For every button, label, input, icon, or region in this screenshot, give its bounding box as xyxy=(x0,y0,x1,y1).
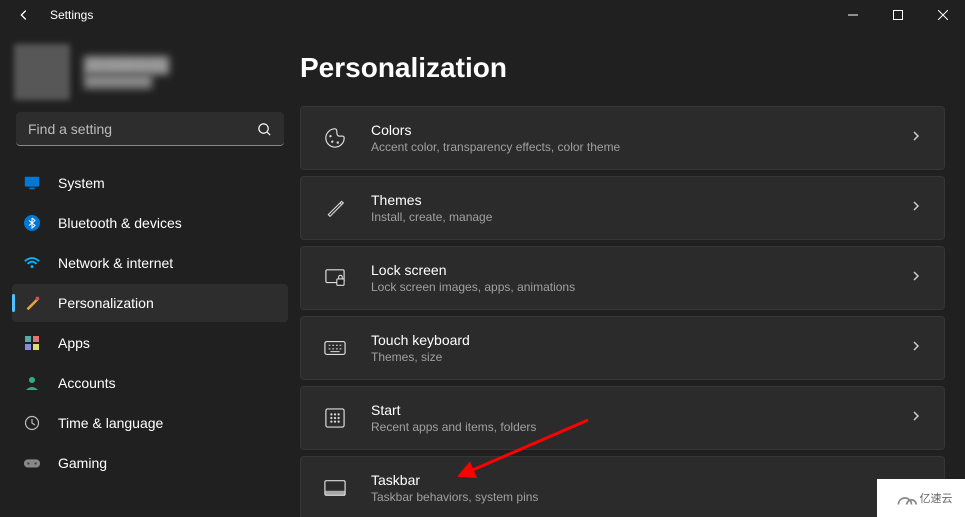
person-icon xyxy=(22,373,42,393)
card-title: Touch keyboard xyxy=(371,332,910,348)
card-lock-screen[interactable]: Lock screen Lock screen images, apps, ani… xyxy=(300,246,945,310)
chevron-right-icon xyxy=(910,129,922,147)
brush-icon xyxy=(22,293,42,313)
profile-block[interactable]: ████████ ████████ xyxy=(12,40,288,104)
keyboard-icon xyxy=(323,340,347,356)
sidebar-item-label: Apps xyxy=(58,335,90,351)
card-title: Taskbar xyxy=(371,472,910,488)
sidebar-item-network[interactable]: Network & internet xyxy=(12,244,288,282)
taskbar-icon xyxy=(323,479,347,497)
chevron-right-icon xyxy=(910,409,922,427)
sidebar-item-label: Network & internet xyxy=(58,255,173,271)
sidebar-item-label: Gaming xyxy=(58,455,107,471)
palette-icon xyxy=(323,127,347,149)
sidebar-item-bluetooth[interactable]: Bluetooth & devices xyxy=(12,204,288,242)
bluetooth-icon xyxy=(22,213,42,233)
card-subtitle: Themes, size xyxy=(371,350,910,364)
chevron-right-icon xyxy=(910,269,922,287)
chevron-right-icon xyxy=(910,339,922,357)
card-title: Themes xyxy=(371,192,910,208)
pencil-icon xyxy=(323,198,347,218)
minimize-button[interactable] xyxy=(830,0,875,30)
search-box xyxy=(16,112,284,146)
nav-list: System Bluetooth & devices Network & int… xyxy=(12,164,288,482)
window-controls xyxy=(830,0,965,30)
card-subtitle: Accent color, transparency effects, colo… xyxy=(371,140,910,154)
maximize-button[interactable] xyxy=(875,0,920,30)
profile-email: ████████ xyxy=(84,74,169,88)
sidebar-item-label: System xyxy=(58,175,105,191)
avatar xyxy=(14,44,70,100)
sidebar-item-personalization[interactable]: Personalization xyxy=(12,284,288,322)
close-button[interactable] xyxy=(920,0,965,30)
sidebar-item-label: Personalization xyxy=(58,295,154,311)
page-title: Personalization xyxy=(300,52,945,84)
card-title: Lock screen xyxy=(371,262,910,278)
monitor-icon xyxy=(22,173,42,193)
chevron-right-icon xyxy=(910,199,922,217)
card-subtitle: Install, create, manage xyxy=(371,210,910,224)
search-input[interactable] xyxy=(16,112,284,146)
search-icon[interactable] xyxy=(257,112,272,146)
card-subtitle: Lock screen images, apps, animations xyxy=(371,280,910,294)
lock-monitor-icon xyxy=(323,268,347,288)
card-title: Start xyxy=(371,402,910,418)
sidebar-item-apps[interactable]: Apps xyxy=(12,324,288,362)
sidebar-item-label: Bluetooth & devices xyxy=(58,215,182,231)
sidebar-item-gaming[interactable]: Gaming xyxy=(12,444,288,482)
content-area: Personalization Colors Accent color, tran… xyxy=(300,30,965,517)
card-touch-keyboard[interactable]: Touch keyboard Themes, size xyxy=(300,316,945,380)
window-title: Settings xyxy=(50,8,93,22)
sidebar-item-time-language[interactable]: Time & language xyxy=(12,404,288,442)
card-themes[interactable]: Themes Install, create, manage xyxy=(300,176,945,240)
sidebar-item-label: Accounts xyxy=(58,375,116,391)
clock-icon xyxy=(22,413,42,433)
titlebar: Settings xyxy=(0,0,965,30)
back-button[interactable] xyxy=(14,5,34,25)
gamepad-icon xyxy=(22,453,42,473)
profile-name: ████████ xyxy=(84,57,169,74)
card-taskbar[interactable]: Taskbar Taskbar behaviors, system pins xyxy=(300,456,945,517)
start-grid-icon xyxy=(323,408,347,428)
card-subtitle: Taskbar behaviors, system pins xyxy=(371,490,910,504)
wifi-icon xyxy=(22,253,42,273)
sidebar-item-accounts[interactable]: Accounts xyxy=(12,364,288,402)
card-title: Colors xyxy=(371,122,910,138)
card-start[interactable]: Start Recent apps and items, folders xyxy=(300,386,945,450)
watermark: 亿速云 xyxy=(877,479,965,517)
sidebar: ████████ ████████ System Bluetooth & dev… xyxy=(0,30,300,517)
card-subtitle: Recent apps and items, folders xyxy=(371,420,910,434)
card-colors[interactable]: Colors Accent color, transparency effects… xyxy=(300,106,945,170)
sidebar-item-label: Time & language xyxy=(58,415,163,431)
sidebar-item-system[interactable]: System xyxy=(12,164,288,202)
apps-icon xyxy=(22,333,42,353)
